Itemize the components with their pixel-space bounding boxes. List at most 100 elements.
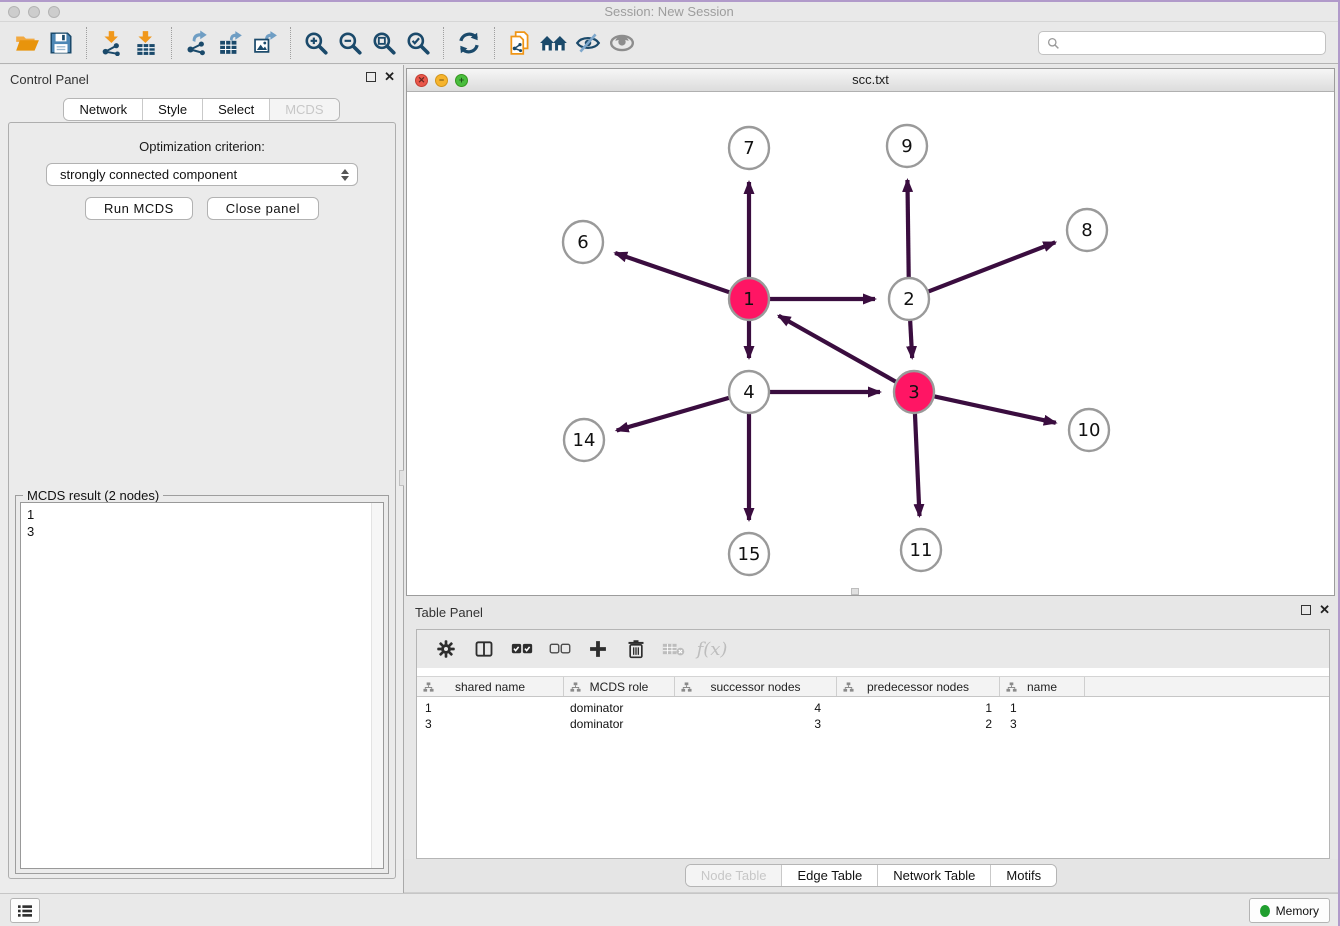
hide-graphics-details-button[interactable] [571, 26, 605, 60]
table-header-row: shared name MCDS role successor nodes prede… [417, 676, 1329, 697]
sort-column-icon [843, 682, 854, 693]
graph-node-1[interactable]: 1 [729, 278, 769, 320]
import-table-button[interactable] [129, 26, 163, 60]
tab-motifs[interactable]: Motifs [991, 865, 1056, 886]
refresh-view-button[interactable] [452, 26, 486, 60]
delete-table-button[interactable] [657, 634, 691, 664]
graph-node-6[interactable]: 6 [563, 221, 603, 263]
edge-2-8[interactable] [929, 242, 1056, 291]
add-column-button[interactable] [581, 634, 615, 664]
function-builder-button[interactable]: f(x) [695, 634, 729, 664]
control-panel-title: Control Panel [10, 72, 89, 87]
first-neighbors-button[interactable] [537, 26, 571, 60]
edge-1-6[interactable] [615, 253, 729, 292]
optimization-criterion-dropdown[interactable]: strongly connected component [46, 163, 358, 186]
graph-node-15[interactable]: 15 [729, 533, 769, 575]
save-session-button[interactable] [44, 26, 78, 60]
table-cell: 2 [837, 716, 1000, 732]
main-area: Control Panel ✕ NetworkStyleSelectMCDS O… [0, 65, 1338, 893]
split-panel-button[interactable] [467, 634, 501, 664]
tab-mcds[interactable]: MCDS [270, 99, 338, 120]
edge-3-11[interactable] [915, 413, 920, 516]
import-network-button[interactable] [95, 26, 129, 60]
tab-edge-table[interactable]: Edge Table [782, 865, 878, 886]
graph-node-10[interactable]: 10 [1069, 409, 1109, 451]
edge-2-3[interactable] [910, 320, 912, 358]
show-panels-button[interactable] [10, 898, 40, 923]
delete-column-button[interactable] [619, 634, 653, 664]
table-cell: dominator [564, 716, 675, 732]
column-label: shared name [455, 680, 525, 694]
table-cell: 1 [1000, 700, 1085, 716]
zoom-in-button[interactable] [299, 26, 333, 60]
run-mcds-button[interactable]: Run MCDS [85, 197, 193, 220]
export-network-button[interactable] [180, 26, 214, 60]
window-titlebar: Session: New Session [0, 2, 1338, 22]
graph-node-9[interactable]: 9 [887, 125, 927, 167]
memory-button[interactable]: Memory [1249, 898, 1330, 923]
svg-text:6: 6 [577, 232, 588, 253]
main-toolbar [0, 22, 1338, 64]
gear-icon [436, 639, 456, 659]
zoom-selected-button[interactable] [401, 26, 435, 60]
column-header-name[interactable]: name [1000, 677, 1085, 696]
select-all-button[interactable] [505, 634, 539, 664]
split-pane-grip[interactable] [851, 588, 859, 595]
toolbar-separator [290, 27, 291, 59]
plus-icon [588, 639, 608, 659]
edge-3-1[interactable] [779, 316, 896, 382]
float-panel-icon[interactable] [366, 72, 376, 82]
graph-node-2[interactable]: 2 [889, 278, 929, 320]
column-header-predecessor-nodes[interactable]: predecessor nodes [837, 677, 1000, 696]
close-panel-icon[interactable]: ✕ [384, 72, 395, 82]
graph-node-3[interactable]: 3 [894, 371, 934, 413]
node-table: shared name MCDS role successor nodes prede… [417, 676, 1329, 732]
graph-node-11[interactable]: 11 [901, 529, 941, 571]
bird-eye-view-button[interactable] [605, 26, 639, 60]
column-header-successor-nodes[interactable]: successor nodes [675, 677, 837, 696]
column-header-MCDS-role[interactable]: MCDS role [564, 677, 675, 696]
column-label: successor nodes [710, 680, 800, 694]
search-input[interactable] [1066, 36, 1317, 51]
tab-select[interactable]: Select [203, 99, 270, 120]
sort-column-icon [1006, 682, 1017, 693]
network-window-titlebar[interactable]: ✕ − + scc.txt [407, 69, 1334, 92]
mcds-result-textarea[interactable]: 1 3 [20, 502, 384, 869]
graph-node-7[interactable]: 7 [729, 127, 769, 169]
sort-column-icon [681, 682, 692, 693]
deselect-all-button[interactable] [543, 634, 577, 664]
search-field[interactable] [1038, 31, 1326, 55]
svg-text:4: 4 [743, 382, 754, 403]
graph-node-8[interactable]: 8 [1067, 209, 1107, 251]
network-graph[interactable]: 7 9 6 8 1 2 4 3 14 10 15 11 [407, 92, 1334, 595]
export-table-icon [218, 30, 244, 56]
table-row[interactable]: 3dominator323 [417, 716, 1329, 732]
fit-content-icon [371, 30, 397, 56]
edge-4-14[interactable] [617, 398, 729, 431]
tab-network[interactable]: Network [64, 99, 143, 120]
table-row[interactable]: 1dominator411 [417, 700, 1329, 716]
tab-network-table[interactable]: Network Table [878, 865, 991, 886]
export-image-button[interactable] [248, 26, 282, 60]
float-table-panel-icon[interactable] [1301, 605, 1311, 615]
close-table-panel-icon[interactable]: ✕ [1319, 605, 1330, 615]
svg-text:1: 1 [743, 289, 754, 310]
column-header-shared-name[interactable]: shared name [417, 677, 564, 696]
close-panel-button[interactable]: Close panel [207, 197, 319, 220]
network-canvas[interactable]: 7 9 6 8 1 2 4 3 14 10 15 11 [407, 92, 1334, 595]
graph-node-14[interactable]: 14 [564, 419, 604, 461]
open-file-button[interactable] [10, 26, 44, 60]
tab-style[interactable]: Style [143, 99, 203, 120]
table-settings-button[interactable] [429, 634, 463, 664]
table-tabs-strip: Node TableEdge TableNetwork TableMotifs [404, 859, 1338, 893]
zoom-out-button[interactable] [333, 26, 367, 60]
edge-2-9[interactable] [907, 180, 908, 278]
fit-content-button[interactable] [367, 26, 401, 60]
duplicate-network-button[interactable] [503, 26, 537, 60]
result-scrollbar[interactable] [371, 503, 383, 868]
export-table-button[interactable] [214, 26, 248, 60]
dropdown-selected-value: strongly connected component [60, 167, 341, 182]
tab-node-table[interactable]: Node Table [686, 865, 783, 886]
graph-node-4[interactable]: 4 [729, 371, 769, 413]
edge-3-10[interactable] [935, 396, 1056, 422]
